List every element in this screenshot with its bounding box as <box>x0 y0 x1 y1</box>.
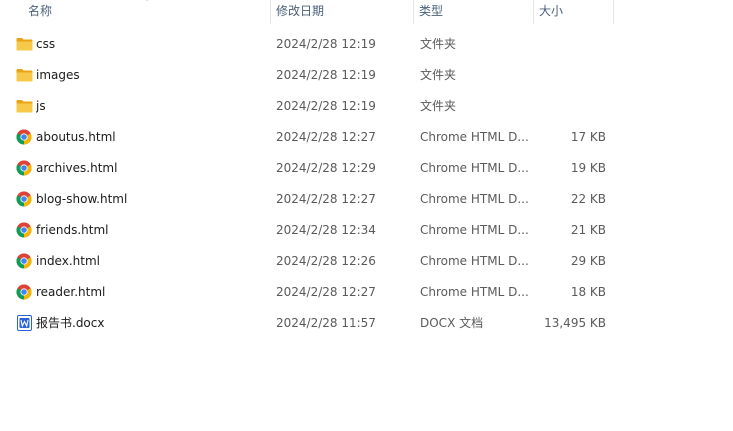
file-row[interactable]: js 2024/2/28 12:19 文件夹 <box>10 91 615 121</box>
file-modified-date: 2024/2/28 12:27 <box>276 192 376 206</box>
file-row[interactable]: aboutus.html 2024/2/28 12:27 Chrome HTML D… <box>10 122 615 152</box>
chrome-icon <box>15 153 33 183</box>
file-name: images <box>36 68 80 82</box>
file-modified-date: 2024/2/28 11:57 <box>276 316 376 330</box>
file-name: index.html <box>36 254 100 268</box>
file-row[interactable]: index.html 2024/2/28 12:26 Chrome HTML D..… <box>10 246 615 276</box>
column-header-type[interactable]: 类型 <box>413 0 533 24</box>
file-size: 29 KB <box>570 254 606 268</box>
file-row[interactable]: friends.html 2024/2/28 12:34 Chrome HTML D… <box>10 215 615 245</box>
file-row[interactable]: archives.html 2024/2/28 12:29 Chrome HTML … <box>10 153 615 183</box>
file-size: 21 KB <box>570 223 606 237</box>
file-name: blog-show.html <box>36 192 128 206</box>
file-type: Chrome HTML D... <box>420 161 529 175</box>
file-row[interactable]: css 2024/2/28 12:19 文件夹 <box>10 29 615 59</box>
file-row[interactable]: 报告书.docx 2024/2/28 11:57 DOCX 文档 13,495 KB <box>10 308 615 338</box>
chrome-icon <box>15 246 33 276</box>
file-modified-date: 2024/2/28 12:19 <box>276 68 376 82</box>
file-type: Chrome HTML D... <box>420 285 529 299</box>
file-type: Chrome HTML D... <box>420 130 529 144</box>
file-type: Chrome HTML D... <box>420 192 529 206</box>
file-size <box>535 60 606 90</box>
folder-icon <box>15 60 33 90</box>
chrome-icon <box>15 122 33 152</box>
docx-icon <box>15 308 33 338</box>
column-divider[interactable] <box>613 0 614 24</box>
file-row[interactable]: blog-show.html 2024/2/28 12:27 Chrome HTML… <box>10 184 615 214</box>
file-type: DOCX 文档 <box>420 316 484 330</box>
file-size <box>535 29 606 59</box>
folder-icon <box>15 91 33 121</box>
file-size: 18 KB <box>570 285 606 299</box>
file-type: 文件夹 <box>420 68 457 82</box>
file-name: archives.html <box>36 161 118 175</box>
column-header-name[interactable]: 名称 <box>22 0 270 24</box>
file-modified-date: 2024/2/28 12:29 <box>276 161 376 175</box>
file-modified-date: 2024/2/28 12:19 <box>276 37 376 51</box>
file-type: Chrome HTML D... <box>420 223 529 237</box>
file-modified-date: 2024/2/28 12:26 <box>276 254 376 268</box>
file-size <box>535 91 606 121</box>
file-size: 13,495 KB <box>544 316 606 330</box>
file-modified-date: 2024/2/28 12:27 <box>276 285 376 299</box>
folder-icon <box>15 29 33 59</box>
file-name: aboutus.html <box>36 130 116 144</box>
column-header-bar: 名称 修改日期 类型 大小 <box>0 0 733 24</box>
file-size: 22 KB <box>570 192 606 206</box>
file-row[interactable]: images 2024/2/28 12:19 文件夹 <box>10 60 615 90</box>
file-type: 文件夹 <box>420 99 457 113</box>
file-type: 文件夹 <box>420 37 457 51</box>
file-name: friends.html <box>36 223 109 237</box>
file-name: reader.html <box>36 285 106 299</box>
file-name: 报告书.docx <box>36 316 105 330</box>
file-size: 19 KB <box>570 161 606 175</box>
chrome-icon <box>15 277 33 307</box>
file-row[interactable]: reader.html 2024/2/28 12:27 Chrome HTML D.… <box>10 277 615 307</box>
file-modified-date: 2024/2/28 12:34 <box>276 223 376 237</box>
column-header-size[interactable]: 大小 <box>533 0 613 24</box>
chrome-icon <box>15 215 33 245</box>
column-header-date[interactable]: 修改日期 <box>270 0 413 24</box>
sort-ascending-icon <box>146 0 148 1</box>
chrome-icon <box>15 184 33 214</box>
file-modified-date: 2024/2/28 12:27 <box>276 130 376 144</box>
file-size: 17 KB <box>570 130 606 144</box>
file-type: Chrome HTML D... <box>420 254 529 268</box>
file-modified-date: 2024/2/28 12:19 <box>276 99 376 113</box>
file-name: css <box>36 37 56 51</box>
file-name: js <box>36 99 46 113</box>
